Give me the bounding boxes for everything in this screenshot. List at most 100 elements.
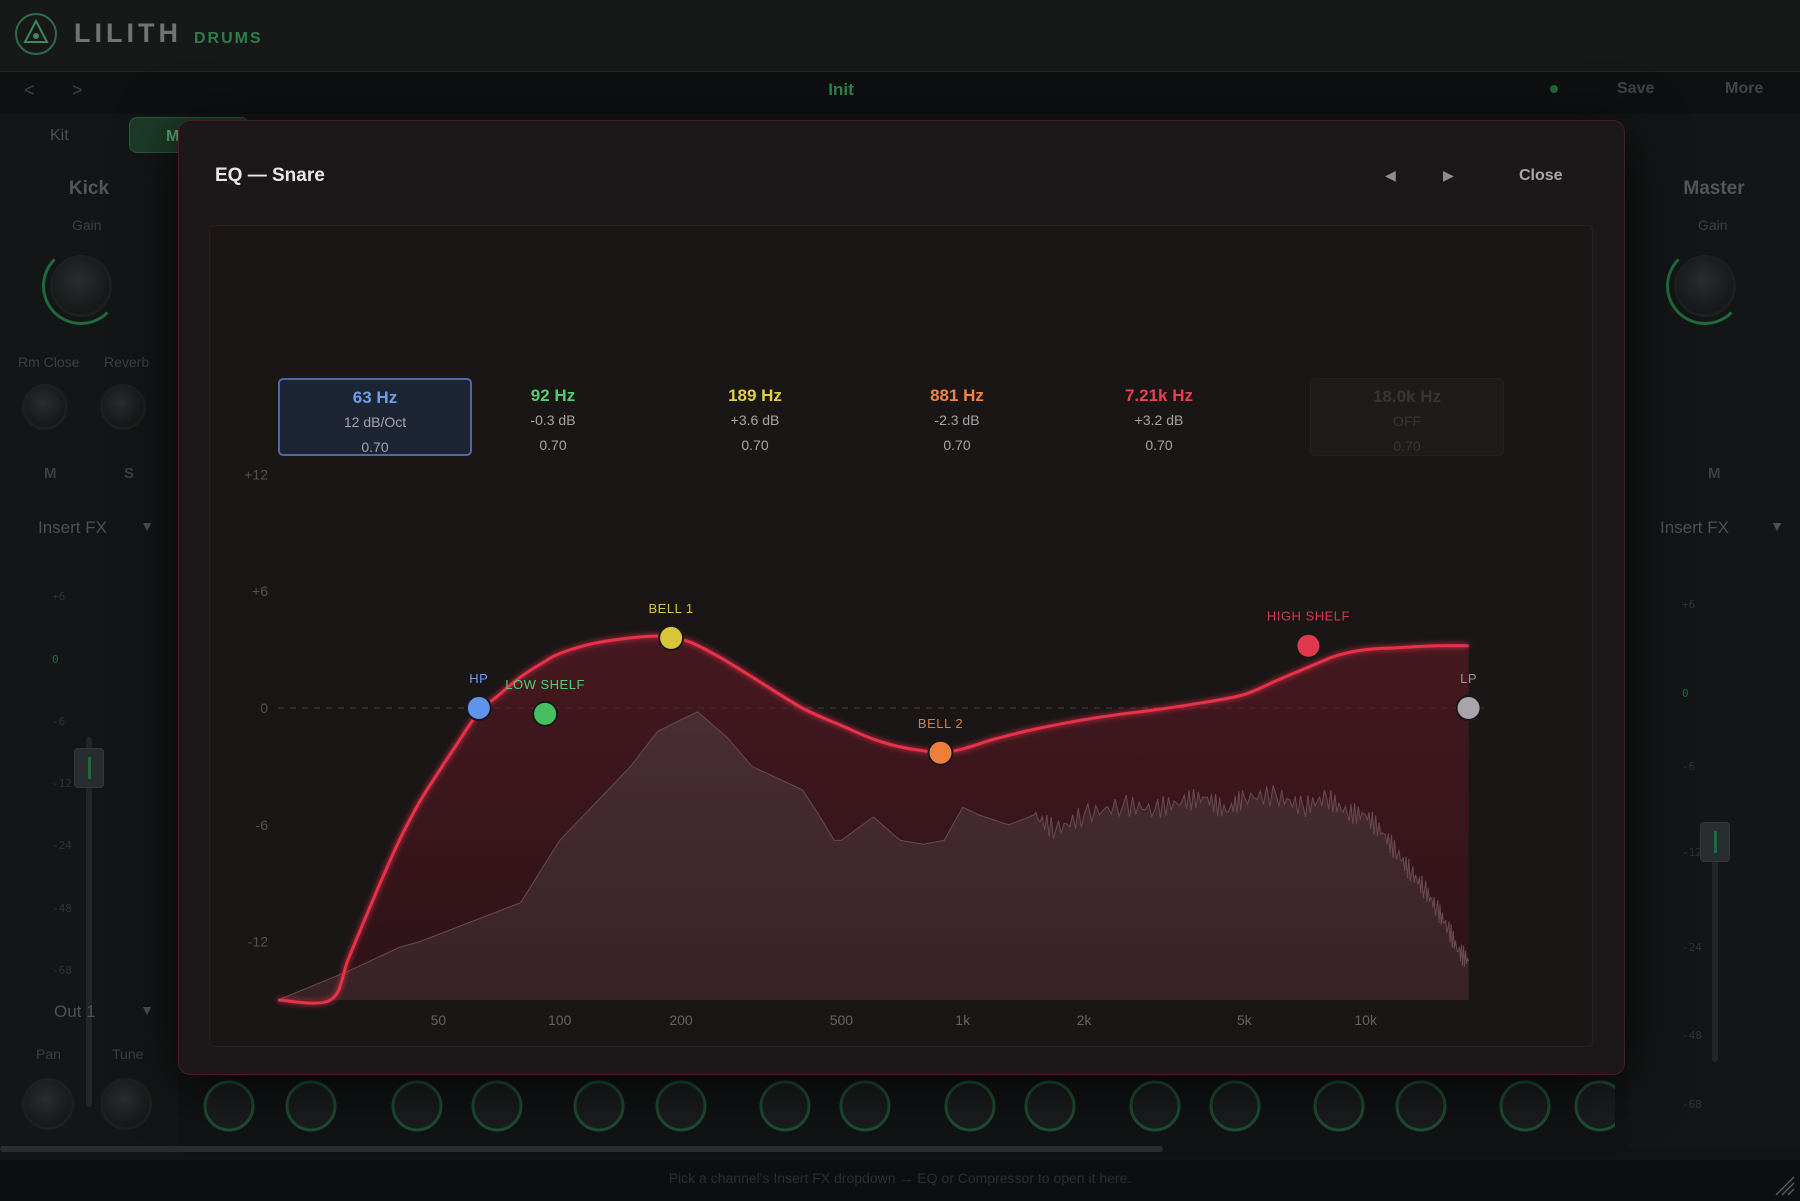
meter-scale-label: -24	[1682, 941, 1702, 954]
meter-scale-label: -68	[52, 964, 72, 977]
channel-title: Kick	[68, 178, 110, 199]
channel-knob[interactable]	[1395, 1080, 1447, 1132]
x-tick-label: 500	[830, 1012, 854, 1028]
channel-knob[interactable]	[839, 1080, 891, 1132]
mute-button[interactable]: M	[1708, 465, 1721, 482]
next-channel-button[interactable]: ▶	[1443, 167, 1454, 184]
meter-scale-label: +6	[1682, 598, 1696, 611]
eq-node-label: HP	[469, 671, 488, 686]
gain-knob[interactable]	[50, 255, 112, 317]
channel-knob[interactable]	[1574, 1080, 1615, 1132]
eq-node-lp[interactable]	[1455, 695, 1482, 721]
kick-channel-strip: Kick Gain Rm Close Reverb M S Insert FX …	[0, 162, 178, 1148]
status-hint: Pick a channel's Insert FX dropdown → EQ…	[668, 1170, 1132, 1186]
eq-node-low-shelf[interactable]	[532, 700, 559, 727]
master-gain-knob[interactable]	[1674, 255, 1736, 317]
pan-label: Pan	[36, 1046, 61, 1062]
close-button[interactable]: Close	[1519, 167, 1563, 185]
master-fader-handle[interactable]	[1700, 822, 1730, 862]
meter-scale-label: +6	[52, 590, 66, 603]
insert-fx-dropdown[interactable]: Insert FX ▼	[18, 516, 160, 546]
channel-title: Master	[1683, 178, 1745, 199]
meter-scale-label: -6	[1682, 760, 1696, 773]
x-tick-label: 1k	[955, 1012, 971, 1028]
tune-label: Tune	[112, 1046, 144, 1062]
channel-knob-row[interactable]	[185, 1070, 1615, 1150]
x-tick-label: 10k	[1354, 1012, 1378, 1028]
chevron-down-icon: ▼	[140, 518, 154, 534]
chevron-down-icon: ▼	[1770, 518, 1784, 534]
preset-status-dot	[1550, 85, 1558, 93]
x-tick-label: 200	[669, 1012, 693, 1028]
channel-knob[interactable]	[1499, 1080, 1551, 1132]
channel-knob[interactable]	[471, 1080, 523, 1132]
master-channel-strip: Master Gain M Insert FX ▼ +6 0 -6 -12 -2…	[1628, 162, 1800, 1148]
channel-knob[interactable]	[1129, 1080, 1181, 1132]
meter-scale-label: 0	[52, 653, 59, 666]
meter-scale-label: 0	[1682, 687, 1689, 700]
channel-knob[interactable]	[203, 1080, 255, 1132]
rm-close-label: Rm Close	[18, 354, 80, 370]
resize-grip-icon[interactable]	[1772, 1173, 1796, 1197]
rm-close-knob[interactable]	[22, 384, 68, 430]
insert-fx-value: Insert FX	[1660, 518, 1729, 537]
channel-knob[interactable]	[759, 1080, 811, 1132]
meter-scale-label: -6	[52, 715, 66, 728]
x-tick-label: 100	[548, 1012, 572, 1028]
channel-knob[interactable]	[655, 1080, 707, 1132]
x-tick-label: 2k	[1077, 1012, 1093, 1028]
title-bar: LILITH DRUMS	[0, 0, 1800, 72]
reverb-label: Reverb	[104, 354, 150, 370]
eq-node-label: BELL 1	[649, 601, 694, 616]
meter-scale-label: -24	[52, 839, 72, 852]
channel-knob[interactable]	[285, 1080, 337, 1132]
y-tick-label: -12	[248, 934, 268, 950]
chevron-down-icon: ▼	[140, 1002, 154, 1018]
eq-node-bell-2[interactable]	[927, 739, 954, 766]
mute-button[interactable]: M	[44, 465, 57, 482]
modal-title: EQ — Snare	[215, 165, 325, 186]
channel-knob[interactable]	[1313, 1080, 1365, 1132]
pan-knob[interactable]	[22, 1078, 74, 1130]
eq-graph[interactable]: +12 +6 0 -6 -12 50 100 200 500 1k 2k 5k 10k HP LOW SHE…	[210, 226, 1594, 1048]
brand-subtitle: DRUMS	[194, 30, 263, 47]
preset-name[interactable]: Init	[0, 80, 1682, 100]
y-tick-label: +12	[244, 466, 268, 482]
channel-knob[interactable]	[1209, 1080, 1261, 1132]
eq-modal: EQ — Snare ◀ ▶ Close 63 Hz 12 dB/Oct 0.7…	[178, 120, 1625, 1075]
eq-node-label: LP	[1460, 671, 1477, 686]
lilith-logo-icon	[15, 13, 57, 55]
channel-knob[interactable]	[1024, 1080, 1076, 1132]
y-tick-label: +6	[252, 583, 268, 599]
insert-fx-dropdown[interactable]: Insert FX ▼	[1646, 516, 1790, 546]
gain-label: Gain	[72, 217, 102, 233]
horizontal-scrollbar[interactable]	[0, 1146, 1163, 1152]
eq-node-high-shelf[interactable]	[1295, 632, 1322, 659]
x-tick-label: 5k	[1237, 1012, 1253, 1028]
tune-knob[interactable]	[100, 1078, 152, 1130]
reverb-knob[interactable]	[100, 384, 146, 430]
eq-node-label: HIGH SHELF	[1267, 609, 1350, 624]
solo-button[interactable]: S	[124, 465, 134, 482]
channel-knob[interactable]	[944, 1080, 996, 1132]
channel-knob[interactable]	[391, 1080, 443, 1132]
gain-label: Gain	[1698, 217, 1728, 233]
meter-scale-label: -48	[1682, 1029, 1702, 1042]
save-button[interactable]: Save	[1617, 80, 1654, 98]
meter-scale-label: -12	[1682, 846, 1702, 859]
output-dropdown[interactable]: Out 1 ▼	[18, 1000, 160, 1030]
meter-scale-label: -68	[1682, 1098, 1702, 1111]
channel-knob[interactable]	[573, 1080, 625, 1132]
more-button[interactable]: More	[1725, 80, 1763, 98]
output-value: Out 1	[54, 1002, 96, 1021]
eq-node-bell-1[interactable]	[658, 624, 685, 651]
eq-panel: 63 Hz 12 dB/Oct 0.70 92 Hz -0.3 dB 0.70 …	[209, 225, 1593, 1047]
volume-fader-track[interactable]	[86, 737, 92, 1107]
eq-node-hp[interactable]	[465, 695, 492, 721]
tab-kit[interactable]: Kit	[50, 127, 69, 145]
volume-fader-handle[interactable]	[74, 748, 104, 788]
y-tick-label: -6	[256, 817, 269, 833]
brand-name: LILITH	[74, 18, 182, 48]
prev-channel-button[interactable]: ◀	[1385, 167, 1396, 184]
x-tick-label: 50	[431, 1012, 447, 1028]
